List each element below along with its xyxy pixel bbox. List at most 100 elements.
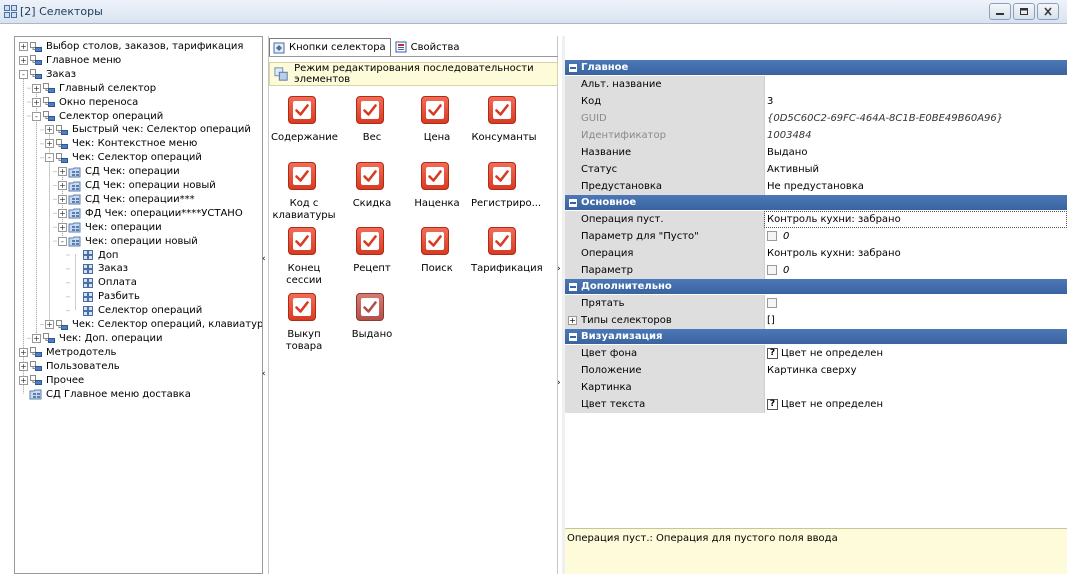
property-row[interactable]: Операция Контроль кухни: забрано <box>565 245 1067 262</box>
tree-item[interactable]: + СД Чек: операции <box>58 165 180 178</box>
selector-button[interactable]: Тарификация <box>471 227 543 289</box>
selector-button[interactable]: Регистриро... <box>471 162 541 224</box>
collapse-icon[interactable]: - <box>32 111 41 121</box>
property-row[interactable]: Параметр для "Пусто" 0 <box>565 228 1067 245</box>
selector-tree[interactable]: + Выбор столов, заказов, тарификация + Глав… <box>14 36 263 574</box>
property-row[interactable]: Операция пуст. Контроль кухни: забрано <box>565 211 1067 228</box>
collapse-icon[interactable]: - <box>58 236 67 246</box>
tree-item[interactable]: - Селектор операций <box>32 110 163 123</box>
selector-button[interactable]: Цена <box>404 96 470 158</box>
sequence-edit-mode-bar[interactable]: Режим редактирования последовательности … <box>269 62 558 86</box>
expand-icon[interactable]: + <box>58 222 67 232</box>
expand-icon[interactable]: + <box>32 333 41 343</box>
property-row[interactable]: Альт. название <box>565 76 1067 93</box>
property-row[interactable]: Положение Картинка сверху <box>565 362 1067 379</box>
collapse-left-arrow-icon[interactable]: ‹ <box>262 254 266 264</box>
property-row[interactable]: Цвет фона? Цвет не определен <box>565 345 1067 362</box>
property-section-header[interactable]: Основное <box>565 195 1067 210</box>
selector-button[interactable]: Консуманты <box>471 96 537 158</box>
property-row[interactable]: Картинка <box>565 379 1067 396</box>
tree-item[interactable]: + Выбор столов, заказов, тарификация <box>19 40 243 53</box>
property-value[interactable] <box>764 76 1067 93</box>
property-row[interactable]: Идентификатор 1003484 <box>565 127 1067 144</box>
tree-item[interactable]: - Чек: операции новый <box>58 235 198 248</box>
tree-item[interactable]: - Заказ <box>19 68 76 81</box>
expand-icon[interactable]: + <box>19 375 28 385</box>
tree-item[interactable]: + Быстрый чек: Селектор операций <box>45 123 251 136</box>
property-checkbox[interactable] <box>767 231 777 241</box>
tree-item[interactable]: + Чек: Доп. операции <box>32 332 163 345</box>
tree-item[interactable]: + Главное меню <box>19 54 121 67</box>
property-checkbox[interactable] <box>767 265 777 275</box>
tree-item[interactable]: + ФД Чек: операции****УСТАНО <box>58 207 243 220</box>
tree-item[interactable]: Доп <box>71 249 118 262</box>
property-row[interactable]: GUID {0D5C60C2-69FC-464A-8C1B-E0BE49B60A9… <box>565 110 1067 127</box>
tree-item[interactable]: + Чек: Контекстное меню <box>45 137 197 150</box>
maximize-button[interactable] <box>1013 3 1035 20</box>
tree-item[interactable]: + СД Чек: операции новый <box>58 179 216 192</box>
tree-item[interactable]: + СД Чек: операции*** <box>58 193 195 206</box>
close-button[interactable] <box>1037 3 1059 20</box>
property-value[interactable]: 1003484 <box>764 127 1067 144</box>
expand-icon[interactable]: + <box>19 42 28 51</box>
tree-item[interactable]: + Чек: Селектор операций, клавиатура <box>45 318 262 331</box>
property-value[interactable]: 3 <box>764 93 1067 110</box>
property-row[interactable]: Название Выдано <box>565 144 1067 161</box>
tree-item[interactable]: + Прочее <box>19 374 84 387</box>
tree-item[interactable]: Оплата <box>71 276 137 289</box>
property-row[interactable]: Прятать <box>565 295 1067 312</box>
property-value[interactable]: Выдано <box>764 144 1067 161</box>
property-row[interactable]: Код 3 <box>565 93 1067 110</box>
property-row[interactable]: Параметр 0 <box>565 262 1067 279</box>
property-section-header[interactable]: Дополнительно <box>565 279 1067 294</box>
tree-item[interactable]: + Окно переноса <box>32 96 138 109</box>
property-value[interactable]: Картинка сверху <box>764 362 1067 379</box>
tree-item[interactable]: + Пользователь <box>19 360 120 373</box>
property-value[interactable]: {0D5C60C2-69FC-464A-8C1B-E0BE49B60A96} <box>764 110 1067 127</box>
minimize-button[interactable] <box>989 3 1011 20</box>
selector-button[interactable]: Выкуп товара <box>271 293 337 355</box>
collapse-left-arrow-icon-2[interactable]: ‹ <box>262 369 266 379</box>
selector-button[interactable]: Содержание <box>271 96 338 158</box>
collapse-icon[interactable] <box>569 198 577 207</box>
expand-icon[interactable]: + <box>19 347 28 357</box>
property-row[interactable]: Предустановка Не предустановка <box>565 178 1067 195</box>
expand-icon[interactable]: + <box>45 139 54 149</box>
property-value[interactable]: ? Цвет не определен <box>764 396 1067 413</box>
selector-button[interactable]: Наценка <box>404 162 470 224</box>
tree-item[interactable]: + Чек: операции <box>58 221 162 234</box>
property-value[interactable]: Контроль кухни: забрано <box>764 245 1067 262</box>
expand-icon[interactable]: + <box>58 194 67 204</box>
collapse-icon[interactable]: - <box>45 153 54 163</box>
tab-selector-buttons[interactable]: Кнопки селектора <box>269 38 391 56</box>
selector-button[interactable]: Рецепт <box>339 227 405 289</box>
property-checkbox[interactable] <box>767 298 777 308</box>
property-section-header[interactable]: Визуализация <box>565 329 1067 344</box>
expand-icon[interactable]: + <box>58 167 67 177</box>
selector-button[interactable]: Вес <box>339 96 405 158</box>
property-value[interactable] <box>764 295 1067 312</box>
property-value[interactable]: Контроль кухни: забрано <box>764 211 1067 228</box>
expand-icon[interactable]: + <box>32 83 41 93</box>
expand-icon[interactable]: + <box>19 55 28 65</box>
collapse-icon[interactable]: - <box>19 69 28 79</box>
expand-icon[interactable]: + <box>58 181 67 190</box>
tab-properties[interactable]: Свойства <box>391 38 465 56</box>
expand-icon[interactable]: + <box>19 361 28 371</box>
selector-button[interactable]: Код с клавиатуры <box>271 162 337 224</box>
property-row[interactable]: Статус Активный <box>565 161 1067 178</box>
selector-button[interactable]: Конец сессии <box>271 227 337 289</box>
property-value[interactable]: ? Цвет не определен <box>764 345 1067 362</box>
property-value[interactable]: Активный <box>764 161 1067 178</box>
selector-button[interactable]: Выдано <box>339 293 405 355</box>
tree-item[interactable]: Заказ <box>71 262 128 275</box>
collapse-icon[interactable] <box>569 332 577 341</box>
tree-item[interactable]: СД Главное меню доставка <box>19 388 191 401</box>
expand-icon[interactable]: + <box>58 208 67 218</box>
expand-icon[interactable]: + <box>45 320 54 329</box>
property-value[interactable]: Не предустановка <box>764 178 1067 195</box>
tree-item[interactable]: + Метродотель <box>19 346 116 359</box>
expand-icon[interactable]: + <box>32 97 41 107</box>
property-section-header[interactable]: Главное <box>565 60 1067 75</box>
collapse-icon[interactable] <box>569 282 577 291</box>
